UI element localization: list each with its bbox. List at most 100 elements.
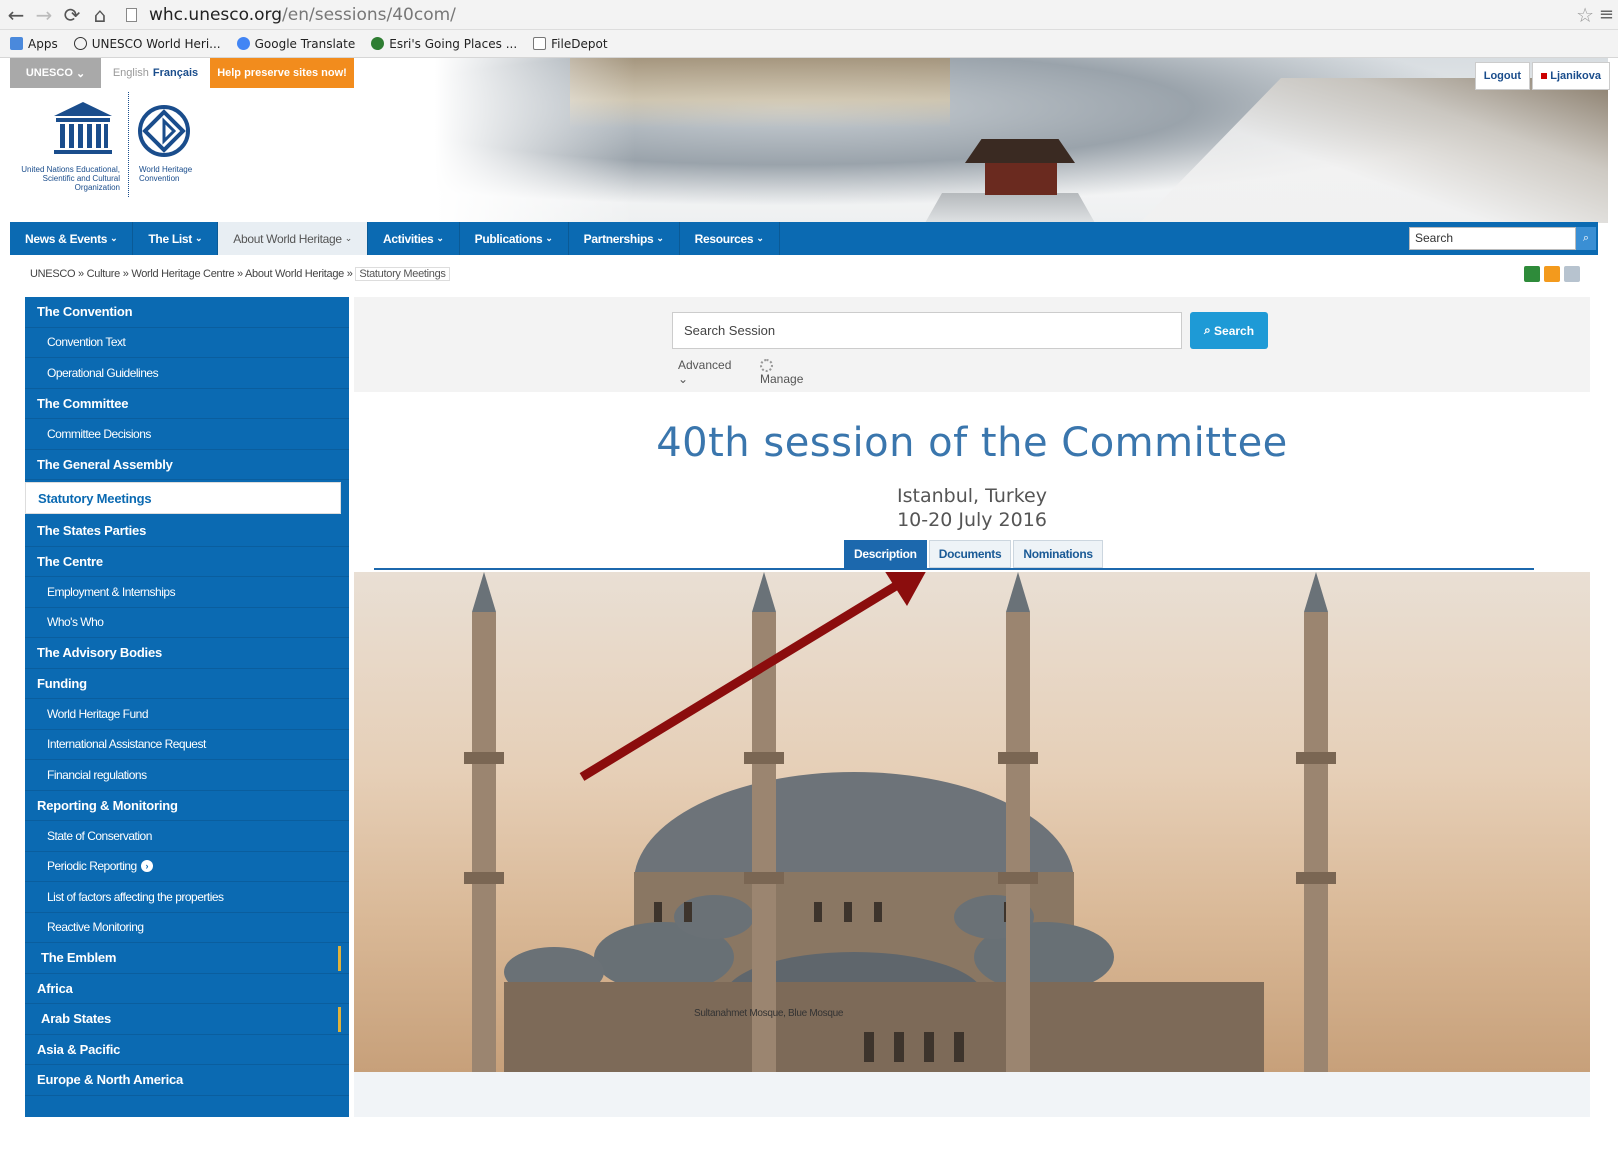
share-icon[interactable] xyxy=(1524,266,1540,282)
sidebar-item-asia-pacific[interactable]: Asia & Pacific xyxy=(25,1035,349,1065)
sidebar-item-funding[interactable]: Funding xyxy=(25,669,349,699)
info-icon[interactable]: › xyxy=(140,860,153,873)
sidebar-item-employment-internships[interactable]: Employment & Internships xyxy=(25,577,349,608)
sidebar-item-statutory-meetings[interactable]: Statutory Meetings xyxy=(25,482,341,514)
sidebar-item-reactive-monitoring[interactable]: Reactive Monitoring xyxy=(25,913,349,943)
breadcrumb-about[interactable]: About World Heritage xyxy=(245,268,344,280)
forward-icon[interactable]: → xyxy=(32,3,56,27)
lang-english[interactable]: English xyxy=(113,67,149,79)
sidebar-item-world-heritage-fund[interactable]: World Heritage Fund xyxy=(25,699,349,730)
print-icon[interactable] xyxy=(1564,266,1580,282)
nav-partnerships[interactable]: Partnerships ⌄ xyxy=(569,222,680,255)
sidebar-item-committee-decisions[interactable]: Committee Decisions xyxy=(25,419,349,450)
lang-french[interactable]: Français xyxy=(153,67,198,79)
user-icon xyxy=(1541,73,1548,79)
chevron-down-icon: ⌄ xyxy=(110,233,118,243)
unesco-temple-logo[interactable] xyxy=(52,100,114,158)
bookmark-esri[interactable]: Esri's Going Places ... xyxy=(371,37,517,51)
bookmark-google-translate[interactable]: Google Translate xyxy=(236,37,355,51)
tab-documents[interactable]: Documents xyxy=(928,540,1012,568)
sidebar-item-europe-north-america[interactable]: Europe & North America xyxy=(25,1065,349,1096)
sidebar-item-label: The Committee xyxy=(37,395,129,411)
unesco-menu-button[interactable]: UNESCO ⌄ xyxy=(10,58,101,88)
bookmark-unesco[interactable]: UNESCO World Heri... xyxy=(73,37,221,51)
sidebar-item-arab-states[interactable]: Arab States xyxy=(25,1004,349,1035)
session-search-button[interactable]: ⌕ Search xyxy=(1190,312,1268,349)
logout-button[interactable]: Logout xyxy=(1474,62,1530,90)
sidebar-item-who-s-who[interactable]: Who's Who xyxy=(25,608,349,638)
sidebar-item-label: Arab States xyxy=(41,1011,112,1027)
bookmark-filedepot[interactable]: FileDepot xyxy=(533,37,608,51)
sidebar-item-state-of-conservation[interactable]: State of Conservation xyxy=(25,821,349,852)
url-field[interactable]: whc.unesco.org/en/sessions/40com/ xyxy=(149,5,456,25)
session-location: Istanbul, Turkey xyxy=(897,485,1047,507)
sidebar-item-label: Employment & Internships xyxy=(47,584,176,599)
gear-icon xyxy=(760,359,773,373)
tab-nominations[interactable]: Nominations xyxy=(1013,540,1103,568)
apps-grid-icon xyxy=(10,37,23,50)
manage-link[interactable]: Manage xyxy=(760,358,803,386)
sidebar-item-list-of-factors-affecting-the-properties[interactable]: List of factors affecting the properties xyxy=(25,882,349,913)
menu-icon[interactable]: ≡ xyxy=(1599,4,1614,25)
back-icon[interactable]: ← xyxy=(4,3,28,27)
chevron-down-icon: ⌄ xyxy=(436,233,444,243)
chevron-down-icon: ⌄ xyxy=(344,233,353,243)
sidebar-item-financial-regulations[interactable]: Financial regulations xyxy=(25,760,349,791)
reload-icon[interactable]: ⟳ xyxy=(60,3,84,27)
sidebar-item-label: Committee Decisions xyxy=(47,426,151,441)
user-link[interactable]: Ljanikova xyxy=(1532,62,1610,90)
sidebar-item-africa[interactable]: Africa xyxy=(25,974,349,1004)
nav-resources[interactable]: Resources ⌄ xyxy=(680,222,780,255)
breadcrumb-unesco[interactable]: UNESCO xyxy=(30,268,76,280)
sidebar-item-international-assistance-request[interactable]: International Assistance Request xyxy=(25,730,349,760)
sidebar-item-label: International Assistance Request xyxy=(47,737,206,752)
help-preserve-button[interactable]: Help preserve sites now! xyxy=(210,58,354,88)
chevron-down-icon: ⌄ xyxy=(656,233,664,243)
sidebar-item-the-states-parties[interactable]: The States Parties xyxy=(25,516,349,547)
breadcrumb-whc[interactable]: World Heritage Centre xyxy=(131,268,234,280)
header-top-strip: UNESCO ⌄ English Français Help preserve … xyxy=(10,58,354,88)
nav-about-world-heritage[interactable]: About World Heritage ⌄ xyxy=(218,222,369,255)
world-heritage-emblem-logo[interactable] xyxy=(137,104,191,158)
main-content: Search Session ⌕ Search Advanced ⌄ Manag… xyxy=(354,297,1590,1117)
google-icon xyxy=(236,37,250,50)
nav-activities[interactable]: Activities ⌄ xyxy=(368,222,460,255)
nav-publications[interactable]: Publications ⌄ xyxy=(460,222,569,255)
sidebar-item-the-committee[interactable]: The Committee xyxy=(25,389,349,419)
sidebar-item-label: Europe & North America xyxy=(37,1072,184,1088)
language-switch: English Français xyxy=(101,58,210,88)
sidebar-item-label: Asia & Pacific xyxy=(37,1041,121,1057)
rss-icon[interactable] xyxy=(1544,266,1560,282)
breadcrumb: UNESCO » Culture » World Heritage Centre… xyxy=(30,267,450,281)
sidebar-item-operational-guidelines[interactable]: Operational Guidelines xyxy=(25,358,349,389)
globe-icon xyxy=(371,37,385,50)
sidebar-item-convention-text[interactable]: Convention Text xyxy=(25,328,349,358)
sidebar-item-label: The Centre xyxy=(37,553,103,569)
site-search-input[interactable]: Search xyxy=(1409,227,1576,250)
sidebar-item-reporting-monitoring[interactable]: Reporting & Monitoring xyxy=(25,791,349,821)
sidebar-item-label: Who's Who xyxy=(47,615,104,630)
breadcrumb-current: Statutory Meetings xyxy=(355,267,450,281)
page-title: 40th session of the Committee xyxy=(656,420,1288,466)
advanced-search-toggle[interactable]: Advanced ⌄ xyxy=(678,358,731,386)
sidebar-item-periodic-reporting[interactable]: Periodic Reporting › xyxy=(25,852,349,882)
sidebar-item-the-convention[interactable]: The Convention xyxy=(25,297,349,328)
home-icon[interactable]: ⌂ xyxy=(88,3,112,27)
sidebar-item-the-general-assembly[interactable]: The General Assembly xyxy=(25,450,349,480)
sidebar-item-the-advisory-bodies[interactable]: The Advisory Bodies xyxy=(25,638,349,669)
photo-caption: Sultanahmet Mosque, Blue Mosque xyxy=(694,1008,844,1019)
nav-news-events[interactable]: News & Events ⌄ xyxy=(10,222,134,255)
bookmark-apps[interactable]: Apps xyxy=(10,37,58,51)
search-icon[interactable]: ⌕ xyxy=(1576,227,1596,250)
sidebar-item-label: Convention Text xyxy=(47,335,126,350)
bookmark-star-icon[interactable]: ☆ xyxy=(1576,3,1594,27)
session-search-input[interactable]: Search Session xyxy=(672,312,1182,349)
breadcrumb-culture[interactable]: Culture xyxy=(87,268,121,280)
sidebar-item-the-centre[interactable]: The Centre xyxy=(25,547,349,577)
sidebar-item-label: Statutory Meetings xyxy=(38,490,152,506)
session-dates: 10-20 July 2016 xyxy=(897,509,1047,531)
tab-description[interactable]: Description xyxy=(844,540,927,568)
blue-mosque-photo: Sultanahmet Mosque, Blue Mosque xyxy=(354,572,1590,1072)
nav-the-list[interactable]: The List ⌄ xyxy=(133,222,219,255)
sidebar-item-the-emblem[interactable]: The Emblem xyxy=(25,943,349,974)
